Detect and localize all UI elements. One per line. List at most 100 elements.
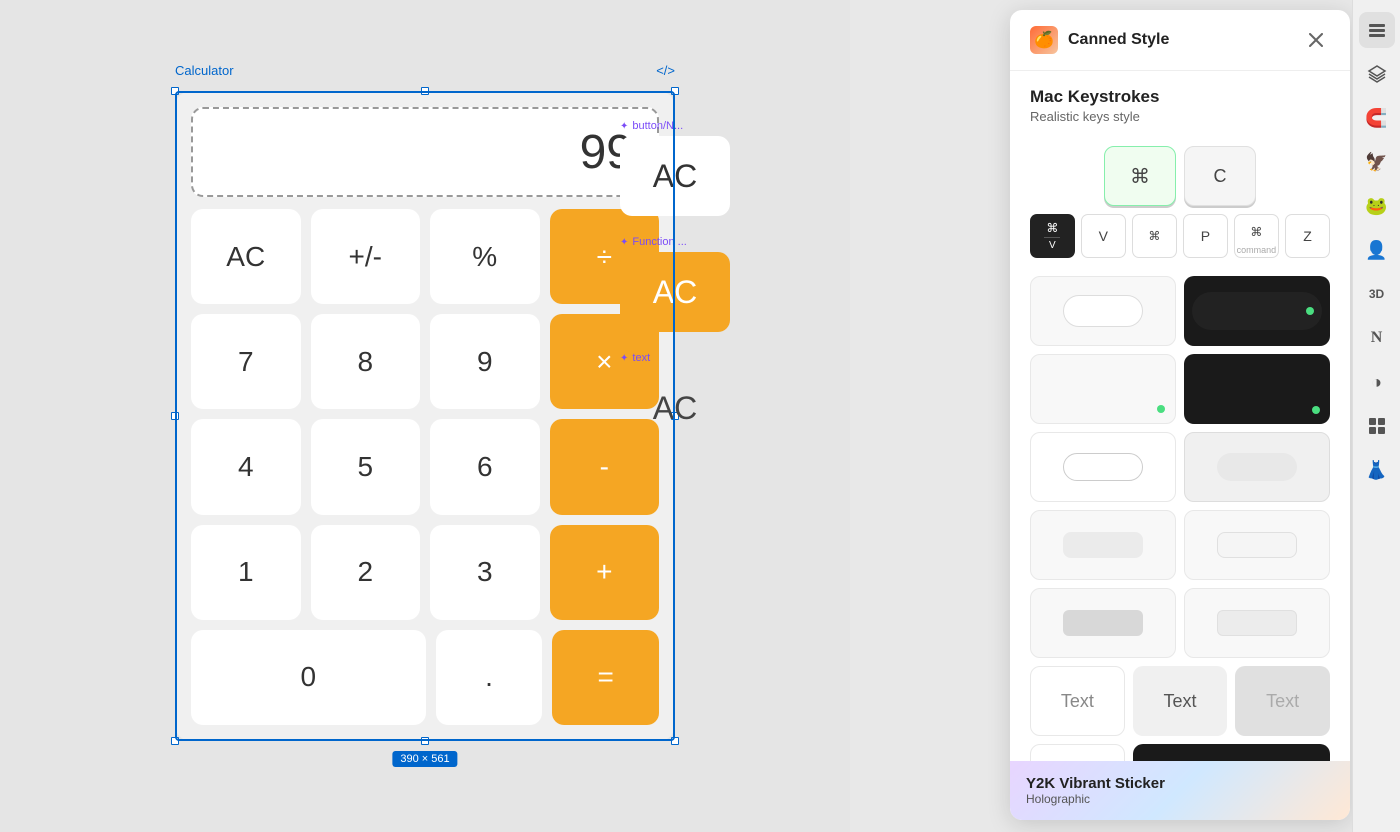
resize-handle-bm[interactable]: [421, 737, 429, 745]
toolbar-face-btn[interactable]: 👤: [1359, 232, 1395, 268]
toolbar-bird-btn[interactable]: 🦅: [1359, 144, 1395, 180]
key-v-light[interactable]: V: [1081, 214, 1126, 258]
text-label-3: Text: [1266, 691, 1299, 712]
keys-row-2: ⌘ V V ⌘ P command ⌘ Z: [1030, 214, 1330, 258]
toolbar-grid-btn[interactable]: [1359, 408, 1395, 444]
key-cmd-v-dark[interactable]: ⌘ V: [1030, 214, 1075, 258]
btn-dot[interactable]: .: [436, 630, 543, 725]
panel-header-left: 🍊 Canned Style: [1030, 26, 1169, 54]
style-cell-rounded-white[interactable]: [1030, 510, 1176, 580]
section-subtitle: Realistic keys style: [1030, 109, 1330, 124]
btn-1[interactable]: 1: [191, 525, 301, 620]
component-item-function: ✦ Function ... AC: [620, 236, 730, 332]
btn-5[interactable]: 5: [311, 419, 421, 514]
panel-close-button[interactable]: [1302, 26, 1330, 54]
styles-grid-4: [1030, 510, 1330, 580]
calculator-frame: Calculator </> 99 AC +/- % ÷: [175, 91, 675, 741]
toolbar-dress-btn[interactable]: 👗: [1359, 452, 1395, 488]
styles-grid-2: [1030, 354, 1330, 424]
component-preview-text[interactable]: AC: [620, 368, 730, 448]
btn-equals[interactable]: =: [552, 630, 659, 725]
y2k-section[interactable]: Y2K Vibrant Sticker Holographic: [1010, 761, 1350, 820]
grid-icon: [1368, 417, 1386, 435]
toolbar-frog-btn[interactable]: 🐸: [1359, 188, 1395, 224]
style-cell-flat-1[interactable]: [1030, 588, 1176, 658]
calc-row-1: AC +/- % ÷: [191, 209, 659, 304]
calc-row-3: 4 5 6 -: [191, 419, 659, 514]
component-panel: ✦ button/N... AC ✦ Function ... AC ✦ tex…: [620, 120, 730, 448]
canned-style-panel: 🍊 Canned Style Mac Keystrokes Realistic …: [1010, 10, 1350, 820]
style-cell-light-green[interactable]: [1030, 354, 1176, 424]
layers-icon: [1367, 20, 1387, 40]
styles-grid-1: [1030, 276, 1330, 346]
stack-icon: [1367, 64, 1387, 84]
y2k-title: Y2K Vibrant Sticker: [1026, 775, 1334, 792]
component-label-function: ✦ Function ...: [620, 236, 730, 248]
style-cell-outlined-pill[interactable]: [1030, 432, 1176, 502]
btn-ac[interactable]: AC: [191, 209, 301, 304]
green-indicator: [1306, 307, 1314, 315]
btn-0[interactable]: 0: [191, 630, 426, 725]
style-cell-flat-2[interactable]: [1184, 588, 1330, 658]
btn-plus[interactable]: +: [550, 525, 660, 620]
calc-buttons: AC +/- % ÷ 7 8 9 × 4 5 6 -: [191, 209, 659, 725]
style-cell-dark-green[interactable]: [1184, 354, 1330, 424]
btn-4[interactable]: 4: [191, 419, 301, 514]
code-icon[interactable]: </>: [656, 63, 675, 78]
key-z[interactable]: Z: [1285, 214, 1330, 258]
text-preview-row: Text Text Text: [1030, 666, 1330, 736]
key-cmd-z[interactable]: command ⌘: [1234, 214, 1279, 258]
calc-display: 99: [191, 107, 659, 197]
btn-9[interactable]: 9: [430, 314, 540, 409]
styles-grid-5: [1030, 588, 1330, 658]
resize-handle-tm[interactable]: [421, 87, 429, 95]
key-c-large[interactable]: C: [1184, 146, 1256, 206]
style-cell-dark-pill[interactable]: [1184, 276, 1330, 346]
toolbar-3d-btn[interactable]: 3D: [1359, 276, 1395, 312]
panel-logo: 🍊: [1030, 26, 1058, 54]
size-badge: 390 × 561: [392, 751, 457, 767]
toolbar-stack-btn[interactable]: [1359, 56, 1395, 92]
green-dot-dark: [1312, 406, 1320, 414]
text-cell-dark-filled[interactable]: Text: [1133, 744, 1330, 761]
style-cell-light-pill2[interactable]: [1184, 432, 1330, 502]
resize-handle-br[interactable]: [671, 737, 679, 745]
calc-row-5: 0 . =: [191, 630, 659, 725]
style-cell-rounded-lighter[interactable]: [1184, 510, 1330, 580]
y2k-subtitle: Holographic: [1026, 792, 1334, 806]
styles-grid-3: [1030, 432, 1330, 502]
btn-2[interactable]: 2: [311, 525, 421, 620]
key-cmd-p[interactable]: ⌘: [1132, 214, 1177, 258]
component-preview-function[interactable]: AC: [620, 252, 730, 332]
resize-handle-tl[interactable]: [171, 87, 179, 95]
btn-7[interactable]: 7: [191, 314, 301, 409]
text-label-2: Text: [1163, 691, 1196, 712]
styles-scroll[interactable]: Text Text Text Text Text: [1010, 266, 1350, 761]
btn-percent[interactable]: %: [430, 209, 540, 304]
calculator-ui: 99 AC +/- % ÷ 7 8 9 × 4: [175, 91, 675, 741]
component-item-button: ✦ button/N... AC: [620, 120, 730, 216]
key-p[interactable]: P: [1183, 214, 1228, 258]
toolbar-circle-btn[interactable]: ◑: [1359, 364, 1395, 400]
resize-handle-bl[interactable]: [171, 737, 179, 745]
panel-header: 🍊 Canned Style: [1010, 10, 1350, 71]
key-command-large[interactable]: ⌘: [1104, 146, 1176, 206]
panel-title: Canned Style: [1068, 31, 1169, 49]
text-cell-outlined-1[interactable]: Text: [1030, 666, 1125, 736]
resize-handle-ml[interactable]: [171, 412, 179, 420]
btn-8[interactable]: 8: [311, 314, 421, 409]
toolbar-magnet-btn[interactable]: 🧲: [1359, 100, 1395, 136]
component-preview-button[interactable]: AC: [620, 136, 730, 216]
component-label-text: ✦ text: [620, 352, 730, 364]
resize-handle-tr[interactable]: [671, 87, 679, 95]
btn-sign[interactable]: +/-: [311, 209, 421, 304]
calculator-label: Calculator: [175, 63, 234, 78]
text-cell-outlined-2[interactable]: Text: [1030, 744, 1125, 761]
btn-3[interactable]: 3: [430, 525, 540, 620]
text-cell-medium[interactable]: Text: [1133, 666, 1228, 736]
btn-6[interactable]: 6: [430, 419, 540, 514]
text-cell-light-2[interactable]: Text: [1235, 666, 1330, 736]
style-cell-light-pill[interactable]: [1030, 276, 1176, 346]
toolbar-layers-btn[interactable]: [1359, 12, 1395, 48]
toolbar-n-btn[interactable]: N: [1359, 320, 1395, 356]
